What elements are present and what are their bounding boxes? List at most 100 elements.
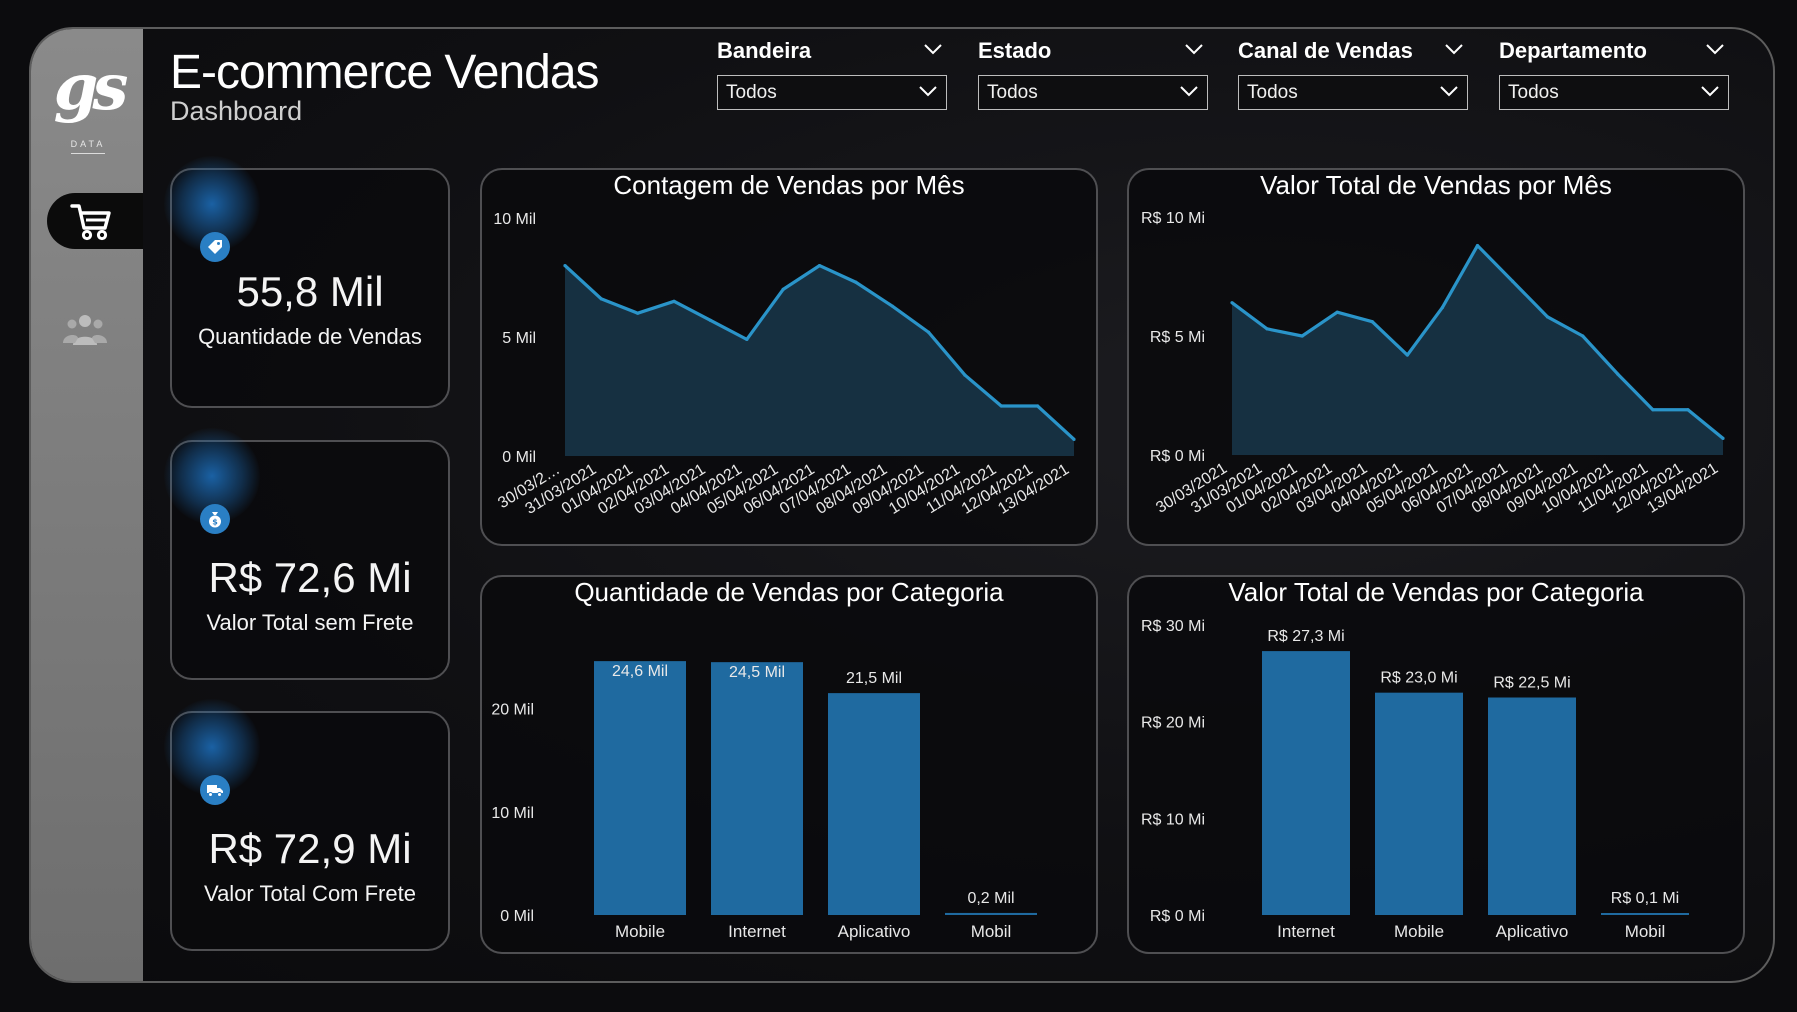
data-point	[1335, 310, 1339, 314]
data-label: R$ 22,5 Mi	[1493, 675, 1570, 692]
data-point	[1440, 305, 1445, 310]
logo-sub: DATA	[70, 139, 106, 149]
kpi-card-quantidade: 55,8 Mil Quantidade de Vendas	[164, 156, 450, 408]
y-tick-label: R$ 0 Mi	[1150, 908, 1205, 925]
data-point	[1581, 334, 1585, 338]
data-point	[1651, 408, 1655, 412]
chevron-down-icon	[1180, 86, 1198, 97]
bar	[1375, 692, 1463, 915]
data-point	[1036, 404, 1040, 408]
sidebar: gs DATA	[31, 29, 143, 981]
y-tick-label: 0 Mil	[502, 449, 536, 466]
filter-dropdown[interactable]: Todos	[1238, 75, 1468, 110]
x-tick-label: Aplicativo	[1496, 922, 1569, 941]
logo: gs DATA	[43, 43, 133, 158]
kpi-icon: $	[200, 504, 230, 534]
filter-value: Todos	[1247, 82, 1298, 103]
bar	[594, 661, 686, 915]
filter-canal-de-vendas: Canal de Vendas Todos	[1238, 38, 1468, 110]
cart-icon	[70, 204, 111, 241]
filter-dropdown[interactable]: Todos	[978, 75, 1208, 110]
tag-icon	[208, 240, 222, 254]
x-tick-label: Aplicativo	[838, 922, 911, 941]
data-point	[1546, 315, 1550, 319]
chevron-down-icon[interactable]	[1184, 42, 1204, 56]
data-point	[1405, 353, 1409, 357]
chevron-down-icon	[1701, 86, 1719, 97]
filter-estado: Estado Todos	[978, 38, 1208, 110]
x-tick-label: Internet	[728, 922, 786, 941]
bar	[945, 912, 1037, 915]
y-tick-label: 10 Mil	[493, 211, 536, 228]
users-icon	[63, 315, 107, 345]
bar	[1262, 651, 1350, 915]
y-tick-label: 0 Mil	[500, 908, 534, 925]
data-point	[999, 404, 1003, 408]
data-point	[1475, 243, 1480, 248]
filter-label: Departamento	[1499, 38, 1647, 63]
data-point	[708, 318, 713, 322]
data-label: 21,5 Mil	[846, 670, 902, 687]
data-point	[1265, 327, 1269, 331]
filter-dropdown[interactable]: Todos	[717, 75, 947, 110]
chevron-down-icon[interactable]	[1705, 42, 1725, 56]
kpi-value: R$ 72,9 Mi	[208, 825, 412, 872]
data-point	[1370, 320, 1374, 324]
data-point	[854, 280, 858, 284]
bar	[1488, 697, 1576, 915]
data-point	[1300, 334, 1304, 338]
x-tick-label: Internet	[1277, 922, 1335, 941]
kpi-value: 55,8 Mil	[236, 268, 384, 315]
chart-contagem-vendas-mes: Contagem de Vendas por Mês 0 Mil 5 Mil 10 …	[480, 168, 1098, 546]
data-point	[563, 264, 567, 268]
data-label: R$ 23,0 Mi	[1380, 670, 1457, 687]
data-point	[1510, 279, 1515, 283]
data-point	[745, 337, 749, 341]
area-chart-valor: R$ 0 MiR$ 5 MiR$ 10 Mi30/03/202131/03/20…	[1141, 210, 1725, 517]
nav-item-sales[interactable]	[47, 193, 143, 249]
data-label: 24,5 Mil	[729, 664, 785, 681]
data-point	[817, 264, 822, 268]
filter-label: Bandeira	[717, 38, 812, 63]
bar-chart-quantidade: 0 Mil 10 Mil 20 Mil 24,6 Mil Mobile 24,5 Mil I…	[491, 661, 1037, 941]
kpi-caption: Quantidade de Vendas	[198, 324, 422, 349]
money-bag-icon: $	[209, 512, 221, 528]
kpi-value: R$ 72,6 Mi	[208, 554, 412, 601]
data-point	[890, 304, 894, 308]
y-tick-label: R$ 10 Mi	[1141, 811, 1205, 828]
y-tick-label: 20 Mil	[491, 702, 534, 719]
data-label: 24,6 Mil	[612, 663, 668, 680]
filter-value: Todos	[1508, 82, 1559, 103]
nav-item-customers[interactable]	[63, 312, 107, 353]
chevron-down-icon	[1440, 86, 1458, 97]
data-point	[963, 373, 967, 377]
filter-label: Canal de Vendas	[1238, 38, 1413, 63]
bar	[711, 662, 803, 915]
y-tick-label: 5 Mil	[502, 330, 536, 347]
chevron-down-icon[interactable]	[1444, 42, 1464, 56]
x-tick-label: Mobile	[615, 922, 665, 941]
chart-quantidade-categoria: Quantidade de Vendas por Categoria 0 Mil…	[480, 575, 1098, 954]
bar	[1601, 913, 1689, 915]
area-chart-contagem: 0 Mil5 Mil10 Mil30/03/2…31/03/202101/04/…	[493, 211, 1076, 518]
bar	[828, 693, 920, 915]
kpi-card-valor-com-frete: R$ 72,9 Mi Valor Total Com Frete	[164, 699, 450, 951]
data-point	[926, 330, 931, 334]
x-tick-label: Mobil	[1625, 922, 1666, 941]
filter-label: Estado	[978, 38, 1052, 63]
chevron-down-icon	[919, 86, 937, 97]
data-point	[599, 297, 603, 301]
y-tick-label: R$ 20 Mi	[1141, 715, 1205, 732]
y-tick-label: R$ 10 Mi	[1141, 210, 1205, 227]
page-subtitle: Dashboard	[170, 96, 303, 126]
data-label: R$ 27,3 Mi	[1267, 628, 1344, 645]
x-tick-label: Mobile	[1394, 922, 1444, 941]
data-point	[781, 287, 785, 291]
chevron-down-icon[interactable]	[923, 42, 943, 56]
bar-chart-valor: R$ 0 Mi R$ 10 Mi R$ 20 Mi R$ 30 Mi R$ 27,3 M…	[1141, 618, 1689, 941]
area-fill	[565, 265, 1074, 456]
data-point	[672, 299, 676, 303]
filter-departamento: Departamento Todos	[1499, 38, 1729, 110]
filter-value: Todos	[987, 82, 1038, 103]
filter-dropdown[interactable]: Todos	[1499, 75, 1729, 110]
